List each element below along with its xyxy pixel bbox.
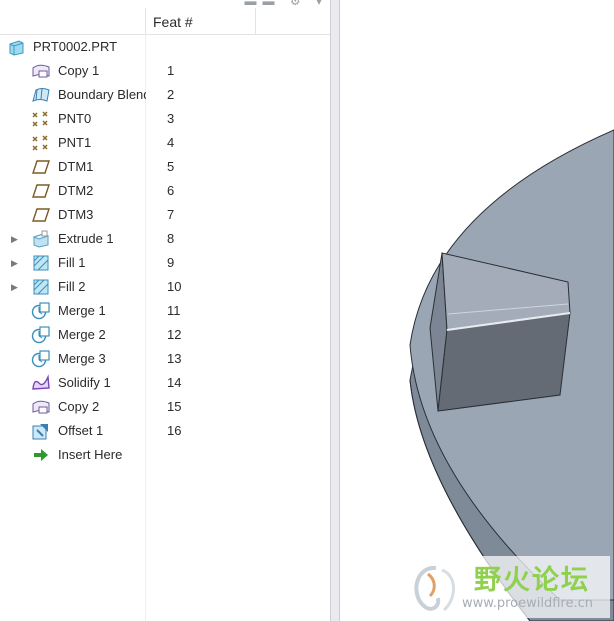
datum-point-icon	[31, 110, 51, 128]
feat-number: 6	[167, 183, 175, 198]
tree-item-offset-1[interactable]: Offset 1 16	[0, 419, 330, 443]
tree-item-label: DTM3	[58, 207, 94, 222]
tree-item-dtm1[interactable]: DTM1 5	[0, 155, 330, 179]
tree-item-dtm2[interactable]: DTM2 6	[0, 179, 330, 203]
tree-item-dtm3[interactable]: DTM3 7	[0, 203, 330, 227]
feat-number: 11	[167, 303, 181, 318]
copy-surface-icon	[31, 398, 51, 416]
tree-item-label: Merge 1	[58, 303, 106, 318]
tree-item-copy-2[interactable]: Copy 2 15	[0, 395, 330, 419]
tree-item-label: PRT0002.PRT	[33, 39, 118, 54]
feat-number: 1	[167, 63, 175, 78]
feat-number: 5	[167, 159, 175, 174]
tree-item-fill-2[interactable]: ▶ Fill 2 10	[0, 275, 330, 299]
datum-point-icon	[31, 134, 51, 152]
tree-toolbar-icons[interactable]: ▬▬ ⚙ ▾	[245, 0, 328, 8]
fill-icon	[31, 254, 51, 272]
merge-icon	[31, 350, 51, 368]
tree-item-merge-2[interactable]: Merge 2 12	[0, 323, 330, 347]
solidify-icon	[31, 374, 51, 392]
tree-item-merge-3[interactable]: Merge 3 13	[0, 347, 330, 371]
forum-watermark: 野火论坛 www.proewildfire.cn	[404, 556, 610, 618]
datum-plane-icon	[31, 158, 51, 176]
feat-number: 10	[167, 279, 182, 294]
tree-item-label: DTM2	[58, 183, 94, 198]
feat-number: 2	[167, 87, 175, 102]
insert-arrow-icon	[31, 446, 51, 464]
tree-item-label: Merge 3	[58, 351, 106, 366]
tree-item-fill-1[interactable]: ▶ Fill 1 9	[0, 251, 330, 275]
tree-item-copy-1[interactable]: Copy 1 1	[0, 59, 330, 83]
tree-item-root[interactable]: PRT0002.PRT	[0, 35, 330, 59]
tree-column-header: Feat #	[0, 8, 330, 35]
offset-icon	[31, 422, 51, 440]
expand-arrow-icon[interactable]: ▶	[11, 257, 23, 269]
tree-item-label: Extrude 1	[58, 231, 114, 246]
feat-number-column-header[interactable]: Feat #	[146, 8, 256, 34]
extrude-icon	[31, 230, 51, 248]
tree-item-label: Insert Here	[58, 447, 123, 462]
expand-arrow-icon[interactable]: ▶	[11, 281, 23, 293]
tree-item-label: Boundary Blend	[58, 87, 146, 102]
tree-item-label: Fill 1	[58, 255, 86, 270]
tree-item-label: Offset 1	[58, 423, 104, 438]
name-column-header[interactable]	[0, 8, 146, 34]
tree-item-label: Copy 2	[58, 399, 100, 414]
merge-icon	[31, 326, 51, 344]
feat-number: 13	[167, 351, 182, 366]
watermark-url: www.proewildfire.cn	[462, 596, 593, 611]
tree-item-label: Merge 2	[58, 327, 106, 342]
boundary-blend-icon	[31, 86, 51, 104]
watermark-logo-icon	[414, 565, 455, 612]
feat-number: 7	[167, 207, 175, 222]
graphics-viewport[interactable]	[340, 0, 614, 621]
copy-surface-icon	[31, 62, 51, 80]
tree-item-label: PNT1	[58, 135, 92, 150]
feat-number: 4	[167, 135, 175, 150]
tree-item-label: PNT0	[58, 111, 92, 126]
feat-number: 15	[167, 399, 182, 414]
watermark-chinese-text: 野火论坛	[474, 565, 590, 596]
feat-number: 12	[167, 327, 182, 342]
datum-plane-icon	[31, 182, 51, 200]
feat-number: 9	[167, 255, 175, 270]
part-icon	[7, 38, 27, 56]
feat-number: 8	[167, 231, 175, 246]
tree-item-insert-here[interactable]: Insert Here	[0, 443, 330, 467]
tree-item-label: DTM1	[58, 159, 94, 174]
model-tree-panel: ▬▬ ⚙ ▾ Feat # PRT0002.PRT Copy 1 1 Boundary…	[0, 0, 330, 621]
feat-number: 14	[167, 375, 182, 390]
model-3d-view	[409, 129, 614, 621]
tree-item-solidify-1[interactable]: Solidify 1 14	[0, 371, 330, 395]
tree-item-label: Fill 2	[58, 279, 86, 294]
tree-item-pnt1[interactable]: PNT1 4	[0, 131, 330, 155]
expand-arrow-icon[interactable]: ▶	[11, 233, 23, 245]
feat-number: 16	[167, 423, 182, 438]
tree-item-pnt0[interactable]: PNT0 3	[0, 107, 330, 131]
feat-number: 3	[167, 111, 175, 126]
merge-icon	[31, 302, 51, 320]
tree-item-merge-1[interactable]: Merge 1 11	[0, 299, 330, 323]
tree-item-label: Copy 1	[58, 63, 100, 78]
panel-splitter[interactable]	[331, 0, 340, 621]
tree-item-label: Solidify 1	[58, 375, 111, 390]
datum-plane-icon	[31, 206, 51, 224]
fill-icon	[31, 278, 51, 296]
tree-item-boundary-blend[interactable]: Boundary Blend 2	[0, 83, 330, 107]
tree-item-extrude-1[interactable]: ▶ Extrude 1 8	[0, 227, 330, 251]
